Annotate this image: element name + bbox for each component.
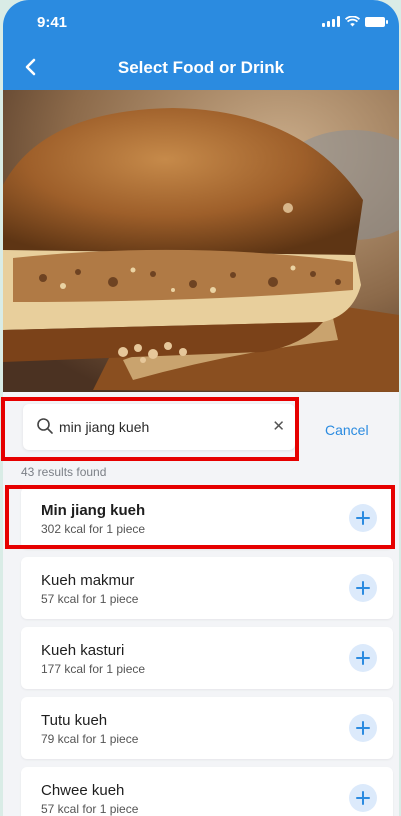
pancake-image (3, 90, 399, 392)
food-photo (3, 90, 399, 392)
battery-icon (365, 17, 388, 27)
page-title: Select Food or Drink (117, 58, 285, 77)
add-button[interactable] (349, 714, 377, 742)
cellular-signal-icon (322, 16, 340, 27)
highlight-box-search (1, 397, 299, 461)
item-name: Kueh kasturi (41, 642, 125, 659)
results-count: 43 results found (21, 465, 107, 479)
item-calories: 177 kcal for 1 piece (41, 662, 146, 676)
item-calories: 57 kcal for 1 piece (41, 802, 139, 816)
app-header: 9:41 Select Food or Drink (3, 0, 399, 90)
plus-icon (356, 791, 370, 805)
item-name: Tutu kueh (41, 712, 108, 729)
status-icons (322, 16, 388, 27)
item-calories: 57 kcal for 1 piece (41, 592, 139, 606)
item-name: Kueh makmur (41, 572, 135, 589)
plus-icon (356, 651, 370, 665)
status-time: 9:41 (37, 14, 68, 31)
list-item[interactable]: Kueh kasturi 177 kcal for 1 piece (21, 627, 393, 689)
item-calories: 79 kcal for 1 piece (41, 732, 139, 746)
plus-icon (356, 721, 370, 735)
add-button[interactable] (349, 644, 377, 672)
list-item[interactable]: Chwee kueh 57 kcal for 1 piece (21, 767, 393, 816)
highlight-box-first-result (5, 485, 395, 549)
list-item[interactable]: Tutu kueh 79 kcal for 1 piece (21, 697, 393, 759)
add-button[interactable] (349, 784, 377, 812)
wifi-icon (345, 16, 360, 27)
cancel-button[interactable]: Cancel (325, 422, 369, 438)
plus-icon (356, 581, 370, 595)
add-button[interactable] (349, 574, 377, 602)
list-item[interactable]: Kueh makmur 57 kcal for 1 piece (21, 557, 393, 619)
item-name: Chwee kueh (41, 782, 125, 799)
